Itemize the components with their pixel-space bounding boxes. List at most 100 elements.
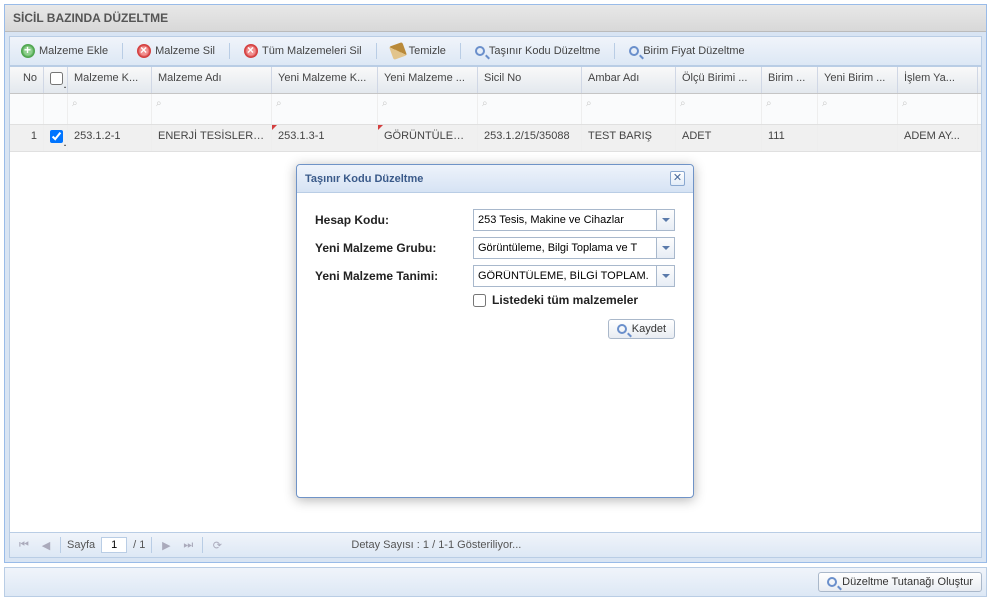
hesap-kodu-row: Hesap Kodu: (315, 209, 675, 231)
filter-islem: ⌕ (898, 94, 978, 124)
chevron-down-icon[interactable] (657, 209, 675, 231)
select-all-checkbox[interactable] (50, 72, 63, 85)
filter-birim-input[interactable] (766, 109, 813, 121)
col-birim[interactable]: Birim ... (762, 67, 818, 93)
page-input[interactable] (101, 537, 127, 553)
row-checkbox[interactable] (50, 130, 63, 143)
code-fix-button[interactable]: Taşınır Kodu Düzeltme (468, 42, 607, 60)
col-malzeme-kodu[interactable]: Malzeme K... (68, 67, 152, 93)
delete-material-button[interactable]: Malzeme Sil (130, 41, 222, 61)
toolbar: Malzeme Ekle Malzeme Sil Tüm Malzemeleri… (9, 36, 982, 66)
filter-icon: ⌕ (72, 98, 78, 109)
filter-sicil: ⌕ (478, 94, 582, 124)
cell-birim: 111 (762, 125, 818, 151)
filter-malzk: ⌕ (68, 94, 152, 124)
filter-icon: ⌕ (902, 98, 908, 109)
last-page-button[interactable]: ⏭ (180, 537, 196, 553)
col-yeni-malzeme-adi[interactable]: Yeni Malzeme ... (378, 67, 478, 93)
separator (202, 537, 203, 553)
filter-chk (44, 94, 68, 124)
all-items-checkbox[interactable] (473, 294, 486, 307)
panel-title: SİCİL BAZINDA DÜZELTME (5, 5, 986, 32)
col-malzeme-adi[interactable]: Malzeme Adı (152, 67, 272, 93)
page-total: / 1 (133, 539, 145, 551)
col-ambar-adi[interactable]: Ambar Adı (582, 67, 676, 93)
cell-ymalza: GÖRÜNTÜLEME... (378, 125, 478, 151)
prev-page-button[interactable]: ◀ (38, 537, 54, 553)
cell-sicil: 253.1.2/15/35088 (478, 125, 582, 151)
filter-ybirim-input[interactable] (822, 109, 893, 121)
search-icon (629, 46, 639, 56)
filter-malzk-input[interactable] (72, 109, 147, 121)
separator (376, 43, 377, 59)
paging-toolbar: ⏮ ◀ Sayfa / 1 ▶ ⏭ ⟳ Detay Sayısı : 1 / 1… (10, 532, 981, 557)
filter-ymalza-input[interactable] (382, 109, 473, 121)
brush-icon (389, 42, 407, 60)
filter-icon: ⌕ (482, 98, 488, 109)
chevron-down-icon[interactable] (657, 265, 675, 287)
next-page-button[interactable]: ▶ (158, 537, 174, 553)
separator (460, 43, 461, 59)
save-button[interactable]: Kaydet (608, 319, 675, 339)
filter-icon: ⌕ (276, 98, 282, 109)
first-page-button[interactable]: ⏮ (16, 537, 32, 553)
filter-ymalzk-input[interactable] (276, 109, 373, 121)
filter-ymalzk: ⌕ (272, 94, 378, 124)
filter-icon: ⌕ (586, 98, 592, 109)
filter-icon: ⌕ (382, 98, 388, 109)
code-fix-label: Taşınır Kodu Düzeltme (489, 45, 600, 57)
col-sicil-no[interactable]: Sicil No (478, 67, 582, 93)
filter-icon: ⌕ (680, 98, 686, 109)
hesap-kodu-field (473, 209, 675, 231)
filter-icon: ⌕ (822, 98, 828, 109)
col-check[interactable] (44, 67, 68, 93)
col-islem[interactable]: İşlem Ya... (898, 67, 978, 93)
filter-ambar: ⌕ (582, 94, 676, 124)
cell-ybirim (818, 125, 898, 151)
filter-ybirim: ⌕ (818, 94, 898, 124)
code-fix-modal: Taşınır Kodu Düzeltme ✕ Hesap Kodu: Yeni… (296, 164, 694, 498)
modal-header[interactable]: Taşınır Kodu Düzeltme ✕ (297, 165, 693, 193)
filter-malza-input[interactable] (156, 109, 267, 121)
filter-no (10, 94, 44, 124)
close-icon[interactable]: ✕ (670, 171, 685, 186)
yeni-tanim-row: Yeni Malzeme Tanimi: (315, 265, 675, 287)
modal-body: Hesap Kodu: Yeni Malzeme Grubu: Yeni Mal… (297, 193, 693, 497)
add-material-label: Malzeme Ekle (39, 45, 108, 57)
col-yeni-birim[interactable]: Yeni Birim ... (818, 67, 898, 93)
yeni-grup-label: Yeni Malzeme Grubu: (315, 241, 473, 255)
add-material-button[interactable]: Malzeme Ekle (14, 41, 115, 61)
col-olcu-birimi[interactable]: Ölçü Birimi ... (676, 67, 762, 93)
delete-all-button[interactable]: Tüm Malzemeleri Sil (237, 41, 369, 61)
filter-ymalza: ⌕ (378, 94, 478, 124)
delete-icon (137, 44, 151, 58)
filter-olcu-input[interactable] (680, 109, 757, 121)
chevron-down-icon[interactable] (657, 237, 675, 259)
filter-sicil-input[interactable] (482, 109, 577, 121)
yeni-grup-row: Yeni Malzeme Grubu: (315, 237, 675, 259)
separator (122, 43, 123, 59)
cell-islem: ADEM AY... (898, 125, 978, 151)
cell-check (44, 125, 68, 151)
create-report-button[interactable]: Düzeltme Tutanağı Oluştur (818, 572, 982, 592)
search-icon (827, 577, 837, 587)
grid-filter-row: ⌕ ⌕ ⌕ ⌕ ⌕ ⌕ ⌕ ⌕ ⌕ ⌕ (10, 94, 981, 125)
yeni-grup-input[interactable] (473, 237, 657, 259)
filter-ambar-input[interactable] (586, 109, 671, 121)
paging-status: Detay Sayısı : 1 / 1-1 Gösteriliyor... (351, 539, 521, 551)
clean-button[interactable]: Temizle (384, 41, 453, 61)
price-fix-button[interactable]: Birim Fiyat Düzeltme (622, 42, 751, 60)
page-label: Sayfa (67, 539, 95, 551)
add-icon (21, 44, 35, 58)
grid-header: No Malzeme K... Malzeme Adı Yeni Malzeme… (10, 67, 981, 94)
col-no[interactable]: No (10, 67, 44, 93)
hesap-kodu-input[interactable] (473, 209, 657, 231)
refresh-button[interactable]: ⟳ (209, 537, 225, 553)
hesap-kodu-label: Hesap Kodu: (315, 213, 473, 227)
filter-birim: ⌕ (762, 94, 818, 124)
col-yeni-malzeme-kodu[interactable]: Yeni Malzeme K... (272, 67, 378, 93)
table-row[interactable]: 1 253.1.2-1 ENERJİ TESİSLERİ (TE... 253.… (10, 125, 981, 152)
filter-icon: ⌕ (156, 98, 162, 109)
yeni-tanim-input[interactable] (473, 265, 657, 287)
filter-islem-input[interactable] (902, 109, 973, 121)
